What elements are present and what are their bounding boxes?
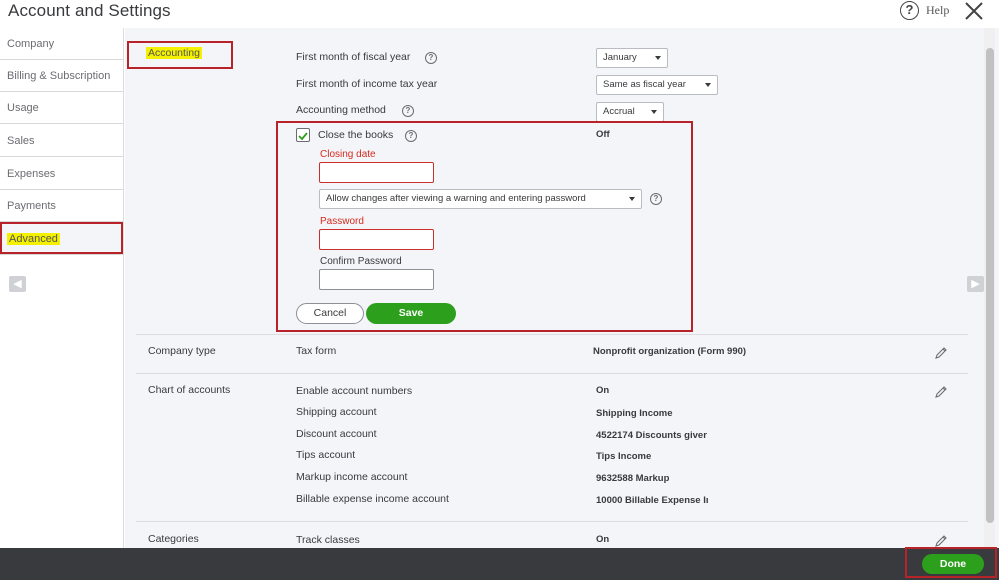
pencil-icon[interactable] — [934, 534, 948, 548]
password-label: Password — [320, 216, 364, 227]
sidebar-item-billing[interactable]: Billing & Subscription — [0, 60, 123, 92]
sidebar-item-label: Sales — [7, 135, 35, 147]
coa-row-label: Tips account — [296, 449, 356, 461]
confirm-password-label: Confirm Password — [320, 256, 402, 267]
section-label-company-type: Company type — [148, 345, 216, 357]
section-divider — [136, 521, 968, 522]
sidebar-item-expenses[interactable]: Expenses — [0, 158, 123, 190]
close-books-status: Off — [596, 129, 610, 140]
caret-down-icon — [655, 56, 661, 60]
section-divider — [136, 334, 968, 335]
closing-date-label: Closing date — [320, 149, 376, 160]
caret-down-icon — [651, 110, 657, 114]
sidebar-item-sales[interactable]: Sales — [0, 125, 123, 157]
coa-row-value: Tips Income — [596, 451, 652, 462]
track-classes-value: On — [596, 534, 610, 545]
section-label-categories: Categories — [148, 533, 199, 545]
section-label-chart-of-accounts: Chart of accounts — [148, 384, 231, 396]
cancel-button[interactable]: Cancel — [296, 303, 364, 324]
question-icon[interactable]: ? — [650, 193, 662, 205]
sidebar-item-label: Payments — [7, 200, 56, 212]
question-icon[interactable]: ? — [402, 105, 414, 117]
coa-row-value: Shipping Income — [596, 408, 673, 419]
pencil-icon[interactable] — [934, 385, 948, 399]
allow-changes-select[interactable]: Allow changes after viewing a warning an… — [319, 189, 642, 209]
done-button[interactable]: Done — [922, 554, 984, 574]
coa-row-label: Shipping account — [296, 406, 377, 418]
close-books-checkbox[interactable] — [296, 128, 310, 142]
sidebar-item-label: Usage — [7, 102, 39, 114]
method-select[interactable]: Accrual — [596, 102, 664, 122]
coa-row-value: On — [596, 385, 610, 396]
close-books-label: Close the books — [318, 129, 394, 141]
sidebar-item-label: Company — [7, 38, 55, 50]
caret-down-icon — [629, 197, 635, 201]
question-icon[interactable]: ? — [425, 52, 437, 64]
method-label: Accounting method — [296, 104, 386, 116]
coa-row-label: Billable expense income account — [296, 493, 449, 505]
question-icon[interactable]: ? — [405, 130, 417, 142]
tax-month-label: First month of income tax year — [296, 78, 438, 90]
coa-row-value: 4522174 Discounts giver — [596, 430, 707, 441]
tax-form-label: Tax form — [296, 345, 337, 357]
annotation-box-advanced — [0, 222, 123, 254]
caret-down-icon — [705, 83, 711, 87]
checkmark-icon — [298, 132, 308, 141]
settings-sidebar: Company Billing & Subscription Usage Sal… — [0, 28, 124, 548]
coa-row-value: 9632588 Markup — [596, 473, 670, 484]
section-divider — [136, 373, 968, 374]
coa-row-value: 10000 Billable Expense Iı — [596, 495, 709, 506]
fiscal-month-value: January — [603, 52, 637, 63]
confirm-password-input[interactable] — [319, 269, 434, 290]
tax-form-value: Nonprofit organization (Form 990) — [593, 346, 747, 357]
scrollbar-thumb[interactable] — [986, 48, 994, 523]
pencil-icon[interactable] — [934, 346, 948, 360]
tax-month-select[interactable]: Same as fiscal year — [596, 75, 718, 95]
sidebar-item-label: Expenses — [7, 168, 56, 180]
coa-row-label: Discount account — [296, 428, 377, 440]
fiscal-month-select[interactable]: January — [596, 48, 668, 68]
coa-row-label: Enable account numbers — [296, 385, 413, 397]
help-link[interactable]: Help — [926, 3, 949, 18]
fiscal-month-label: First month of fiscal year — [296, 51, 411, 63]
coa-row-label: Markup income account — [296, 471, 408, 483]
sidebar-item-usage[interactable]: Usage — [0, 92, 123, 124]
allow-changes-value: Allow changes after viewing a warning an… — [326, 193, 586, 204]
chevron-right-icon[interactable]: ▶ — [967, 276, 984, 292]
help-icon[interactable]: ? — [900, 1, 919, 20]
page-title: Account and Settings — [8, 1, 171, 20]
track-classes-label: Track classes — [296, 534, 360, 546]
footer-bar — [0, 548, 999, 580]
method-value: Accrual — [603, 106, 635, 117]
sidebar-item-payments[interactable]: Payments — [0, 190, 123, 222]
password-input[interactable] — [319, 229, 434, 250]
sidebar-item-label: Billing & Subscription — [7, 70, 111, 82]
sidebar-item-company[interactable]: Company — [0, 28, 123, 60]
save-button[interactable]: Save — [366, 303, 456, 324]
tax-month-value: Same as fiscal year — [603, 79, 686, 90]
section-label-accounting: Accounting — [146, 47, 202, 59]
chevron-left-icon[interactable]: ◀ — [9, 276, 26, 292]
close-icon[interactable] — [962, 0, 986, 22]
closing-date-input[interactable] — [319, 162, 434, 183]
